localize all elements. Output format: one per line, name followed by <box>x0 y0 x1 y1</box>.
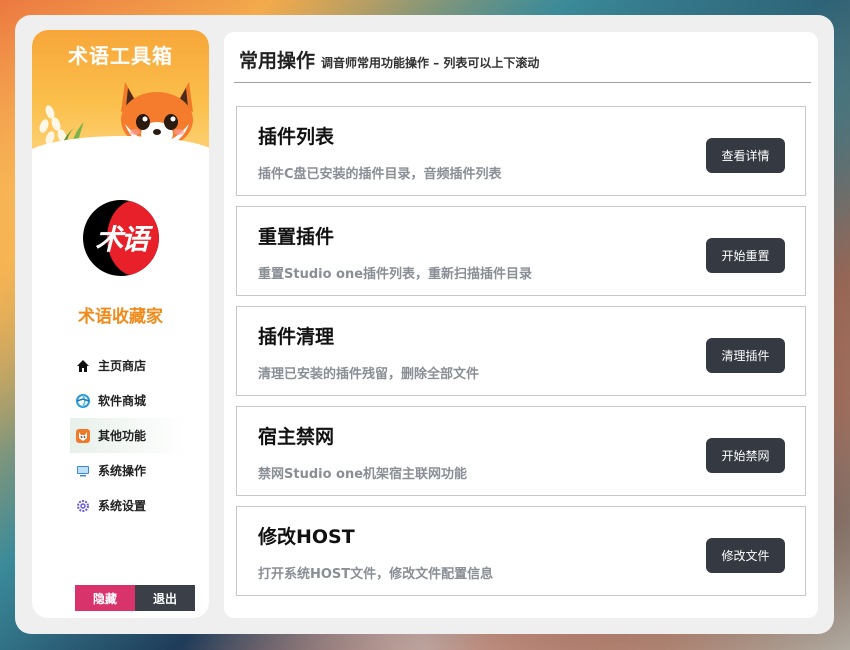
sidebar-item-label: 软件商城 <box>98 394 147 408</box>
hide-button[interactable]: 隐藏 <box>75 585 135 611</box>
banner-wave <box>32 136 209 182</box>
card-description: 插件C盘已安装的插件目录，音频插件列表 <box>258 167 502 182</box>
home-icon <box>76 359 90 373</box>
banner-title: 术语工具箱 <box>68 44 173 68</box>
card-description: 重置Studio one插件列表，重新扫描插件目录 <box>258 267 533 282</box>
card-title: 修改HOST <box>258 526 355 548</box>
brand-logo: 术语 <box>83 200 159 276</box>
sidebar-nav: 主页商店 软件商城 其他功能 系统操作 系统设置 <box>70 348 186 523</box>
exit-button[interactable]: 退出 <box>135 585 195 611</box>
list-item-host-network-block: 宿主禁网 禁网Studio one机架宿主联网功能 开始禁网 <box>236 406 806 496</box>
sidebar-item-label: 主页商店 <box>98 359 147 373</box>
sidebar-item-system-operations[interactable]: 系统操作 <box>70 453 186 488</box>
gear-icon <box>76 499 90 513</box>
sidebar-item-system-settings[interactable]: 系统设置 <box>70 488 186 523</box>
brand-name: 术语收藏家 <box>78 307 163 327</box>
list-item-reset-plugins: 重置插件 重置Studio one插件列表，重新扫描插件目录 开始重置 <box>236 206 806 296</box>
list-item-plugin-cleanup: 插件清理 清理已安装的插件残留，删除全部文件 清理插件 <box>236 306 806 396</box>
card-description: 打开系统HOST文件，修改文件配置信息 <box>258 567 494 582</box>
start-reset-button[interactable]: 开始重置 <box>706 238 785 273</box>
main-panel: 常用操作 调音师常用功能操作 – 列表可以上下滚动 插件列表 插件C盘已安装的插… <box>224 32 818 618</box>
sidebar: 术语工具箱 术语 术语收藏家 主页商店 软件商城 其他功能 系统操作 系统设置 … <box>32 30 209 618</box>
clean-plugins-button[interactable]: 清理插件 <box>706 338 785 373</box>
fox-icon <box>76 428 90 443</box>
card-title: 插件列表 <box>258 126 335 148</box>
sidebar-item-other-functions[interactable]: 其他功能 <box>70 418 186 453</box>
modify-file-button[interactable]: 修改文件 <box>706 538 785 573</box>
aperture-icon <box>76 393 90 408</box>
card-title: 宿主禁网 <box>258 426 335 448</box>
app-window: 术语工具箱 术语 术语收藏家 主页商店 软件商城 其他功能 系统操作 系统设置 … <box>15 15 834 634</box>
sidebar-banner: 术语工具箱 <box>32 30 209 182</box>
list-item-modify-host: 修改HOST 打开系统HOST文件，修改文件配置信息 修改文件 <box>236 506 806 596</box>
sidebar-item-label: 系统设置 <box>98 499 147 513</box>
sidebar-item-label: 系统操作 <box>98 464 147 478</box>
start-block-network-button[interactable]: 开始禁网 <box>706 438 785 473</box>
main-header: 常用操作 调音师常用功能操作 – 列表可以上下滚动 <box>234 32 811 83</box>
sidebar-item-software-mall[interactable]: 软件商城 <box>70 383 186 418</box>
card-title: 插件清理 <box>258 326 335 348</box>
logo-text: 术语 <box>94 223 149 256</box>
list-item-plugin-list: 插件列表 插件C盘已安装的插件目录，音频插件列表 查看详情 <box>236 106 806 196</box>
page-subtitle: 调音师常用功能操作 – 列表可以上下滚动 <box>321 56 540 70</box>
monitor-icon <box>76 464 90 478</box>
sidebar-item-home-store[interactable]: 主页商店 <box>70 348 186 383</box>
card-title: 重置插件 <box>258 226 335 248</box>
sidebar-item-label: 其他功能 <box>98 429 147 443</box>
card-description: 清理已安装的插件残留，删除全部文件 <box>258 367 480 382</box>
operations-list[interactable]: 插件列表 插件C盘已安装的插件目录，音频插件列表 查看详情 重置插件 重置Stu… <box>236 106 806 606</box>
card-description: 禁网Studio one机架宿主联网功能 <box>258 467 468 482</box>
view-details-button[interactable]: 查看详情 <box>706 138 785 173</box>
page-title: 常用操作 <box>239 50 316 72</box>
